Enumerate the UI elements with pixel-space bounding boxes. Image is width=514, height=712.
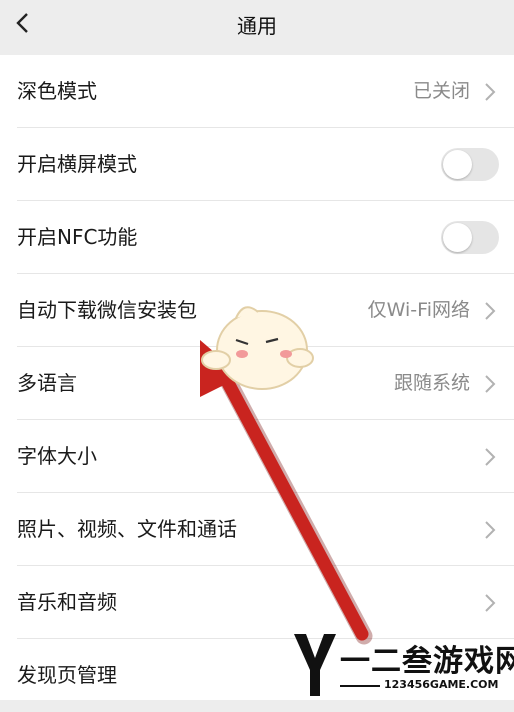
- page-title: 通用: [237, 14, 277, 38]
- watermark-divider: [340, 685, 380, 687]
- watermark-url: 123456GAME.COM: [384, 678, 499, 691]
- chevron-right-icon: [485, 302, 496, 320]
- row-label: 自动下载微信安装包: [17, 298, 197, 322]
- chevron-right-icon: [485, 521, 496, 539]
- row-label: 照片、视频、文件和通话: [17, 517, 237, 541]
- chevron-right-icon: [485, 375, 496, 393]
- row-landscape-mode: 开启横屏模式: [0, 128, 514, 201]
- landscape-toggle[interactable]: [441, 148, 499, 181]
- toggle-knob: [443, 150, 472, 179]
- row-media-calls[interactable]: 照片、视频、文件和通话: [0, 493, 514, 566]
- row-label: 深色模式: [17, 79, 97, 103]
- chevron-right-icon: [485, 594, 496, 612]
- chevron-right-icon: [485, 83, 496, 101]
- row-label: 字体大小: [17, 444, 97, 468]
- settings-list: 深色模式 已关闭 开启横屏模式 开启NFC功能 自动下载微信安装包 仅Wi-Fi…: [0, 55, 514, 700]
- row-label: 发现页管理: [17, 663, 117, 687]
- row-font-size[interactable]: 字体大小: [0, 420, 514, 493]
- watermark: 一二叁游戏网 123456GAME.COM: [292, 628, 514, 700]
- row-value: 跟随系统: [393, 372, 470, 394]
- row-dark-mode[interactable]: 深色模式 已关闭: [0, 55, 514, 128]
- nav-bar: 通用: [0, 0, 514, 50]
- row-label: 多语言: [17, 371, 77, 395]
- row-label: 开启横屏模式: [17, 152, 137, 176]
- watermark-logo-icon: [294, 634, 336, 696]
- row-auto-download[interactable]: 自动下载微信安装包 仅Wi-Fi网络: [0, 274, 514, 347]
- watermark-text: 一二叁游戏网: [340, 644, 514, 679]
- chevron-right-icon: [485, 448, 496, 466]
- toggle-knob: [443, 223, 472, 252]
- row-label: 开启NFC功能: [17, 225, 138, 249]
- nfc-toggle[interactable]: [441, 221, 499, 254]
- row-nfc: 开启NFC功能: [0, 201, 514, 274]
- row-value: 已关闭: [412, 80, 470, 102]
- row-value: 仅Wi-Fi网络: [367, 299, 470, 321]
- row-label: 音乐和音频: [17, 590, 117, 614]
- row-language[interactable]: 多语言 跟随系统: [0, 347, 514, 420]
